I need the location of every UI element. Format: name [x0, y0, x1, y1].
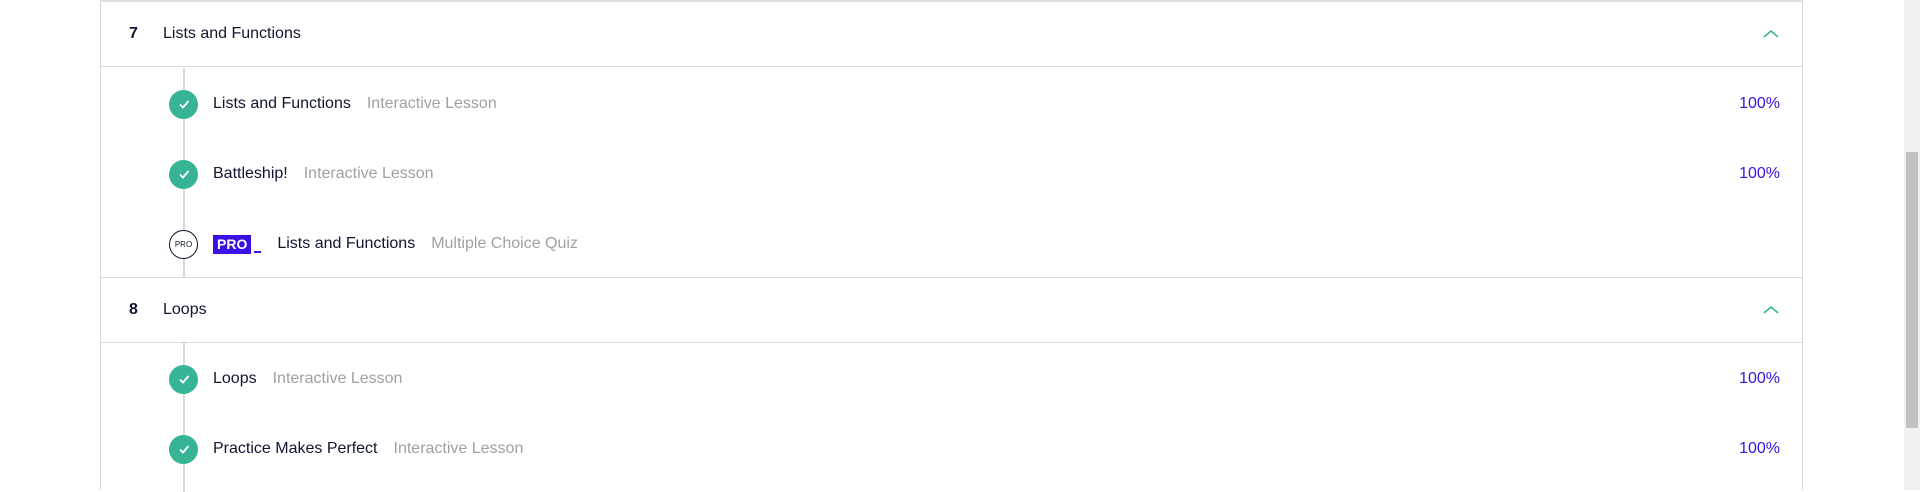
chevron-up-icon[interactable]: [1762, 25, 1780, 43]
check-circle-icon: [169, 434, 198, 464]
check-circle-icon: [169, 89, 198, 119]
section-title: Lists and Functions: [163, 25, 301, 42]
item-progress: 100%: [1739, 165, 1780, 182]
item-title[interactable]: Practice Makes Perfect: [213, 440, 378, 458]
item-title[interactable]: Battleship!: [213, 165, 288, 183]
item-progress: 100%: [1739, 370, 1780, 387]
section-number: 8: [129, 301, 138, 318]
syllabus-panel: 7 Lists and Functions Lists and Function…: [100, 0, 1803, 492]
check-circle-icon: [169, 364, 198, 394]
list-item[interactable]: Loops Interactive Lesson 100%: [101, 359, 1802, 399]
pro-badge: PRO: [213, 234, 252, 254]
pro-underline: [254, 250, 262, 253]
item-title[interactable]: Lists and Functions: [277, 235, 415, 253]
section-title: Loops: [163, 301, 207, 318]
item-progress: 100%: [1739, 95, 1780, 112]
item-progress: 100%: [1739, 440, 1780, 457]
section-header-8[interactable]: 8 Loops: [101, 278, 1802, 343]
list-item[interactable]: Practice Makes Perfect Interactive Lesso…: [101, 429, 1802, 469]
item-type: Interactive Lesson: [366, 95, 497, 112]
section-header-7[interactable]: 7 Lists and Functions: [101, 2, 1802, 67]
check-circle-icon: [169, 159, 198, 189]
scrollbar-thumb[interactable]: [1906, 152, 1918, 428]
section-number: 7: [129, 25, 138, 42]
list-item[interactable]: Battleship! Interactive Lesson 100%: [101, 154, 1802, 194]
chevron-up-icon[interactable]: [1762, 301, 1780, 319]
item-type: Interactive Lesson: [303, 165, 434, 182]
item-type: Interactive Lesson: [272, 370, 403, 387]
page-scrollbar[interactable]: [1904, 0, 1920, 490]
item-type: Interactive Lesson: [393, 440, 524, 457]
list-item[interactable]: PRO PRO Lists and Functions Multiple Cho…: [101, 224, 1802, 264]
item-title[interactable]: Loops: [213, 370, 257, 388]
item-title[interactable]: Lists and Functions: [213, 95, 351, 113]
pro-circle-icon: PRO: [169, 229, 198, 259]
item-type: Multiple Choice Quiz: [431, 235, 578, 252]
list-item[interactable]: Lists and Functions Interactive Lesson 1…: [101, 84, 1802, 124]
